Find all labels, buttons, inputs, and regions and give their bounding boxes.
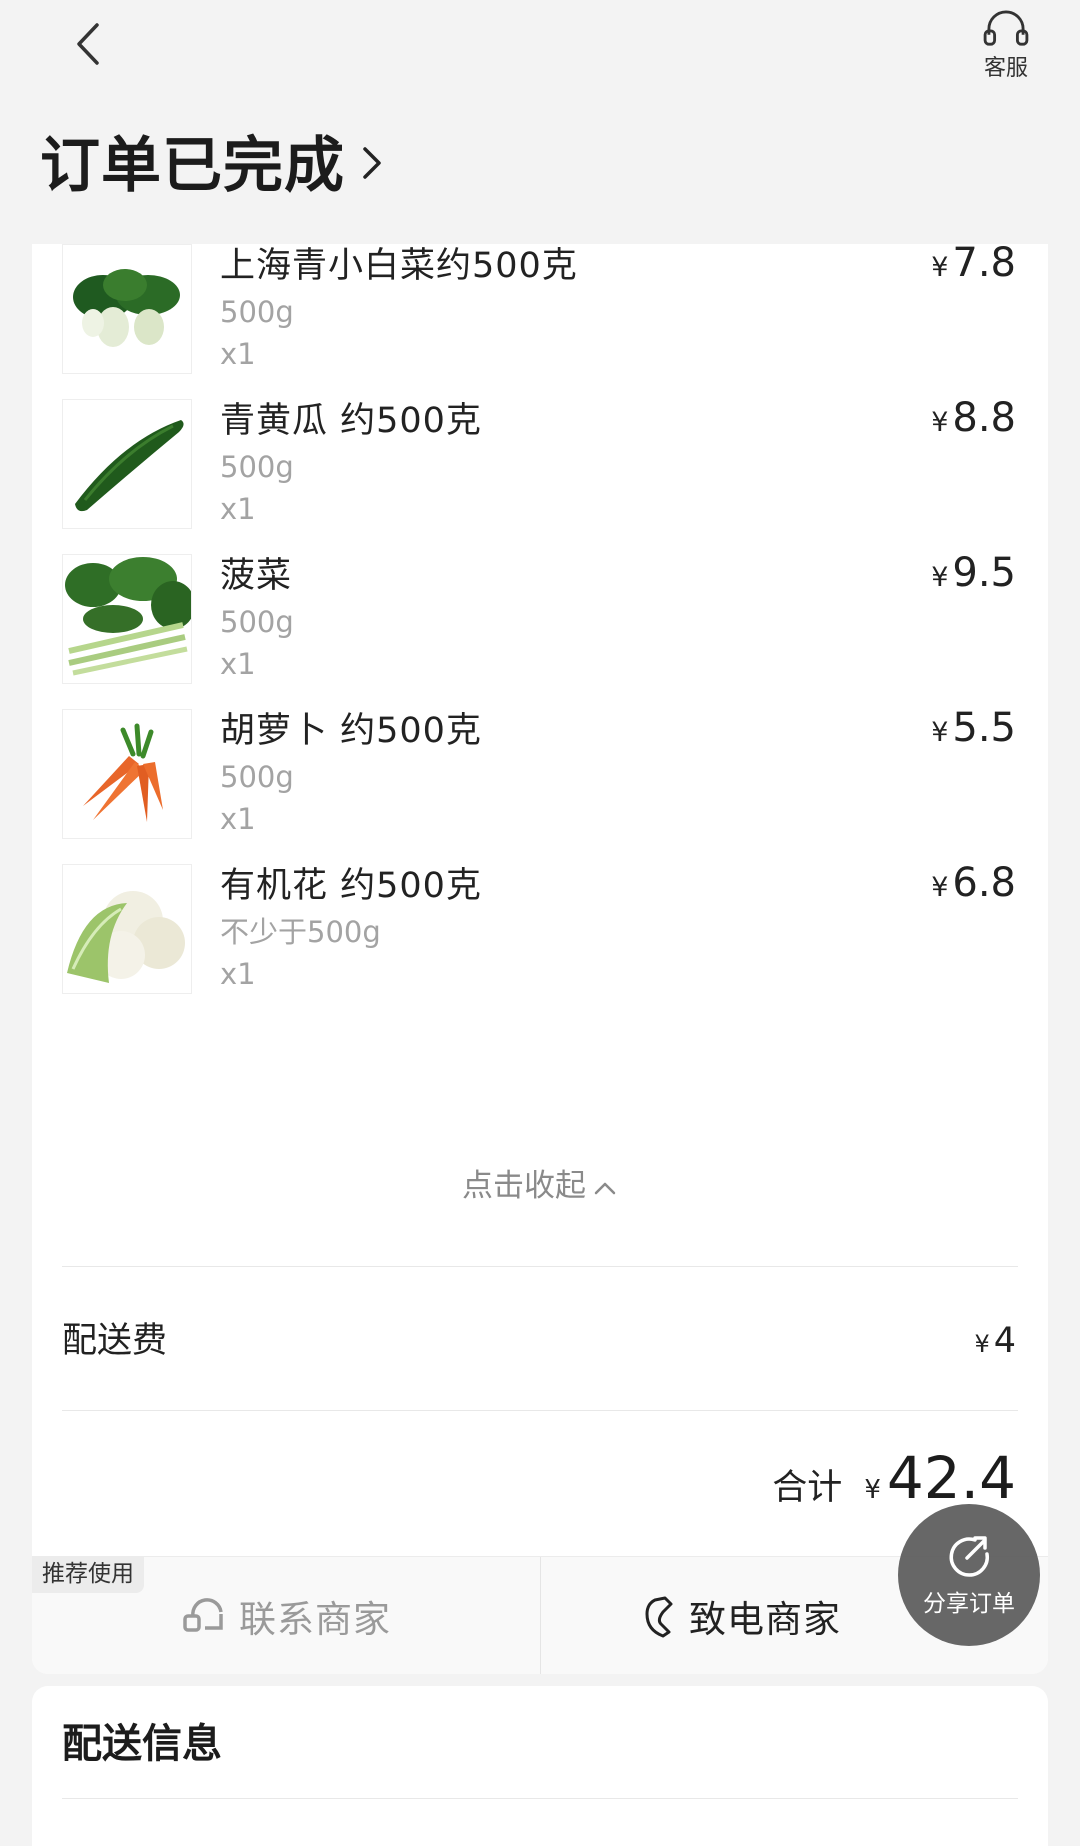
- order-total: 合计 ¥ 42.4: [772, 1440, 1016, 1510]
- customer-service-button[interactable]: 客服: [966, 10, 1046, 82]
- price-value: 7.8: [952, 244, 1016, 286]
- product-price: ¥8.8: [931, 393, 1016, 448]
- chevron-left-icon: [77, 23, 99, 65]
- chat-bubble-icon: [183, 1598, 223, 1632]
- collapse-label: 点击收起: [462, 1168, 586, 1204]
- product-price: ¥7.8: [931, 244, 1016, 293]
- share-order-button[interactable]: 分享订单: [898, 1504, 1040, 1646]
- product-spec: 不少于500g: [220, 915, 381, 949]
- product-image-spinach: [62, 554, 192, 684]
- collapse-toggle[interactable]: 点击收起: [32, 1166, 1048, 1206]
- back-button[interactable]: [58, 14, 118, 74]
- recommended-badge: 推荐使用: [32, 1557, 144, 1593]
- headset-icon: [983, 10, 1029, 46]
- divider: [62, 1410, 1018, 1411]
- product-name: 有机花 约500克: [220, 866, 482, 906]
- delivery-info-card: 配送信息: [32, 1686, 1048, 1846]
- contact-merchant-label: 联系商家: [239, 1598, 391, 1641]
- product-spec: 500g: [220, 450, 294, 484]
- product-spec: 500g: [220, 760, 294, 794]
- delivery-fee-row: 配送费 ¥4: [62, 1316, 1016, 1366]
- list-item[interactable]: 有机花 约500克 不少于500g x1 ¥6.8: [32, 860, 1048, 994]
- currency-symbol: ¥: [931, 717, 949, 748]
- currency-symbol: ¥: [974, 1330, 990, 1358]
- product-quantity: x1: [220, 802, 256, 836]
- currency-symbol: ¥: [931, 252, 949, 283]
- delivery-fee-amount: 4: [993, 1321, 1016, 1361]
- product-spec: 500g: [220, 295, 294, 329]
- total-amount: 42.4: [886, 1444, 1016, 1512]
- product-spec: 500g: [220, 605, 294, 639]
- product-quantity: x1: [220, 647, 256, 681]
- phone-icon: [645, 1596, 673, 1638]
- product-name: 胡萝卜 约500克: [220, 711, 482, 751]
- customer-service-label: 客服: [983, 56, 1028, 81]
- product-name: 菠菜: [220, 556, 293, 596]
- product-quantity: x1: [220, 957, 256, 991]
- price-value: 9.5: [952, 550, 1016, 596]
- list-item[interactable]: 青黄瓜 约500克 500g x1 ¥8.8: [32, 395, 1048, 529]
- product-quantity: x1: [220, 337, 256, 371]
- delivery-info-title: 配送信息: [62, 1721, 222, 1767]
- contact-bar: 联系商家 推荐使用 致电商家: [32, 1556, 1048, 1674]
- list-item[interactable]: 菠菜 500g x1 ¥9.5: [32, 550, 1048, 684]
- product-quantity: x1: [220, 492, 256, 526]
- product-image-carrot: [62, 709, 192, 839]
- order-detail-page: 客服 订单已完成 上海青小白菜约500克 500g x1 ¥ 7.8 青黄瓜 约…: [0, 0, 1080, 1846]
- currency-symbol: ¥: [864, 1475, 881, 1505]
- list-item[interactable]: 胡萝卜 约500克 500g x1 ¥5.5: [32, 705, 1048, 839]
- price-value: 5.5: [952, 705, 1016, 751]
- order-status[interactable]: 订单已完成: [40, 118, 385, 202]
- price-value: 6.8: [952, 860, 1016, 906]
- share-order-label: 分享订单: [923, 1591, 1015, 1617]
- top-bar: 客服: [0, 0, 1080, 110]
- product-name: 上海青小白菜约500克: [220, 246, 578, 286]
- call-merchant-label: 致电商家: [689, 1598, 841, 1641]
- currency-symbol: ¥: [931, 562, 949, 593]
- product-price: ¥5.5: [931, 703, 1016, 758]
- delivery-fee-label: 配送费: [62, 1321, 168, 1361]
- divider: [62, 1798, 1018, 1799]
- total-label: 合计: [772, 1468, 843, 1508]
- order-items-card: 上海青小白菜约500克 500g x1 ¥7.8 青黄瓜 约500克 500g …: [32, 244, 1048, 1674]
- product-price: ¥6.8: [931, 858, 1016, 913]
- price-value: 8.8: [952, 395, 1016, 441]
- chevron-up-icon: [594, 1182, 616, 1194]
- product-image-cucumber: [62, 399, 192, 529]
- product-price: ¥9.5: [931, 548, 1016, 603]
- page-title: 订单已完成: [40, 130, 345, 201]
- product-name: 青黄瓜 约500克: [220, 401, 482, 441]
- currency-symbol: ¥: [931, 872, 949, 903]
- product-image-bok-choy: [62, 244, 192, 374]
- currency-symbol: ¥: [931, 407, 949, 438]
- call-merchant-button[interactable]: 致电商家: [541, 1557, 941, 1674]
- list-item[interactable]: 上海青小白菜约500克 500g x1 ¥7.8: [32, 244, 1048, 374]
- divider: [62, 1266, 1018, 1267]
- share-icon: [949, 1536, 990, 1577]
- chevron-right-icon: [363, 147, 381, 179]
- delivery-fee-value: ¥4: [974, 1316, 1016, 1369]
- product-image-cauliflower: [62, 864, 192, 994]
